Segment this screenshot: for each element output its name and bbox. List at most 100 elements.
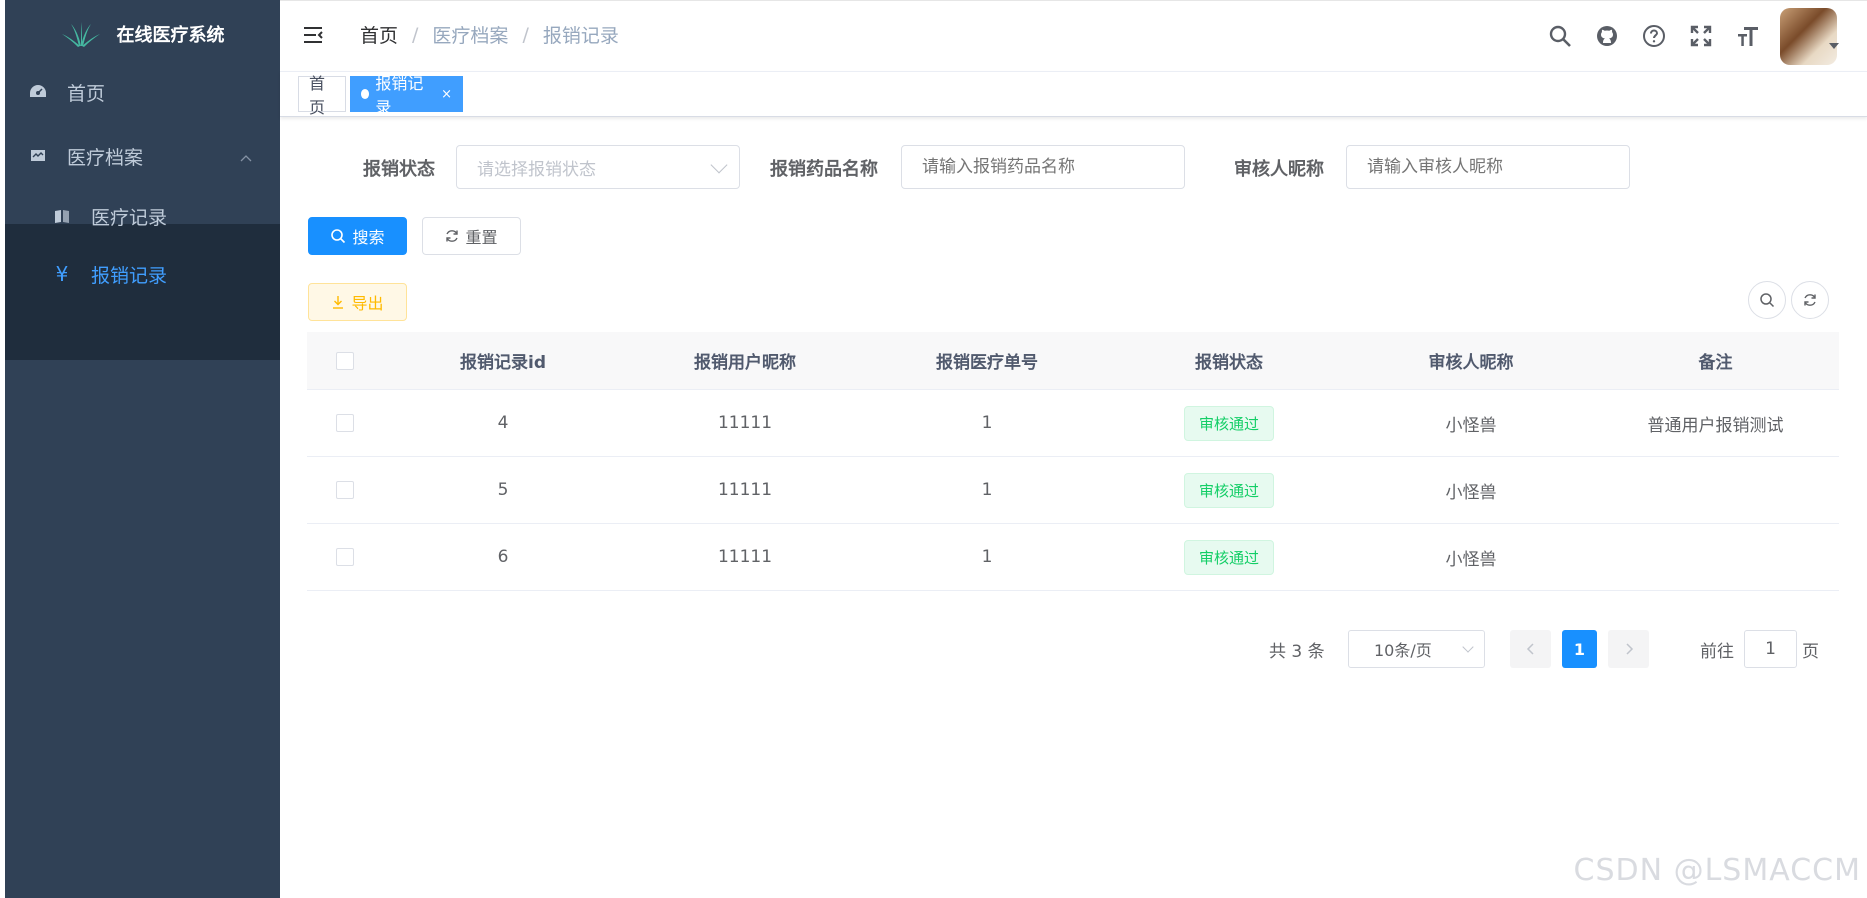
breadcrumb-item-medical-archive[interactable]: 医疗档案 <box>432 21 508 48</box>
tag-label: 报销记录 <box>375 74 424 117</box>
column-header[interactable]: 报销状态 <box>1108 348 1350 373</box>
reimbursement-table: 报销记录id 报销用户昵称 报销医疗单号 报销状态 审核人昵称 备注 4 111… <box>307 332 1839 591</box>
dashboard-icon <box>27 81 49 103</box>
table-header: 报销记录id 报销用户昵称 报销医疗单号 报销状态 审核人昵称 备注 <box>307 332 1839 390</box>
question-icon[interactable] <box>1639 21 1669 51</box>
breadcrumb-item-current: 报销记录 <box>542 25 619 47</box>
page-size-select[interactable]: 10条/页 <box>1348 630 1485 668</box>
select-all-checkbox[interactable] <box>335 351 354 370</box>
status-select[interactable]: 请选择报销状态 <box>456 145 740 189</box>
chevron-down-icon <box>710 156 728 174</box>
goto-suffix: 页 <box>1802 641 1819 662</box>
logo[interactable]: 在线医疗系统 <box>5 0 280 68</box>
sidebar-item-medical-archive[interactable]: 医疗档案 <box>5 132 280 180</box>
reset-button-label: 重置 <box>465 228 498 247</box>
cell-reviewer: 小怪兽 <box>1445 482 1497 503</box>
goto-page-input[interactable]: 1 <box>1744 630 1797 668</box>
cell-id: 4 <box>497 413 509 433</box>
download-icon <box>333 296 344 309</box>
table-row[interactable]: 5 11111 1 审核通过 小怪兽 <box>307 457 1839 524</box>
sidebar-item-label: 首页 <box>67 82 106 105</box>
cell-order: 1 <box>981 413 993 433</box>
row-checkbox[interactable] <box>335 481 354 499</box>
chevron-left-icon <box>1526 643 1534 655</box>
export-button-label: 导出 <box>351 294 384 313</box>
tag-reimbursement-record[interactable]: 报销记录 × <box>350 74 463 117</box>
drug-name-input[interactable] <box>901 145 1185 189</box>
sidebar-item-label: 报销记录 <box>91 264 168 287</box>
close-icon[interactable]: × <box>441 87 452 102</box>
export-button[interactable]: 导出 <box>308 283 407 321</box>
table-row[interactable]: 6 11111 1 审核通过 小怪兽 <box>307 524 1839 591</box>
column-header[interactable]: 备注 <box>1592 348 1839 373</box>
navbar-right-menu <box>1545 1 1867 71</box>
row-select-cell <box>307 548 382 566</box>
app-title: 在线医疗系统 <box>116 25 225 46</box>
chevron-right-icon <box>1625 643 1633 655</box>
breadcrumb-separator: / <box>412 23 419 46</box>
book-icon <box>51 205 73 227</box>
select-all-cell <box>307 351 382 370</box>
sidebar-item-home[interactable]: 首页 <box>5 68 280 116</box>
table-row[interactable]: 4 11111 1 审核通过 小怪兽 普通用户报销测试 <box>307 390 1839 457</box>
pagination-total: 共 3 条 <box>1269 641 1325 662</box>
row-checkbox[interactable] <box>335 548 354 566</box>
avatar[interactable] <box>1780 7 1837 65</box>
column-header[interactable]: 报销用户昵称 <box>624 348 866 373</box>
goto-label: 前往 <box>1700 641 1734 662</box>
search-icon <box>1760 293 1775 308</box>
yen-icon: ¥ <box>55 262 69 286</box>
row-select-cell <box>307 481 382 499</box>
github-icon[interactable] <box>1592 21 1622 51</box>
status-badge: 审核通过 <box>1183 539 1274 575</box>
tag-home[interactable]: 首页 <box>298 74 346 117</box>
active-dot-icon <box>361 89 370 99</box>
caret-down-icon[interactable] <box>1829 43 1839 49</box>
chevron-up-icon <box>240 145 252 167</box>
cell-status: 审核通过 <box>1108 405 1350 441</box>
sidebar-item-medical-record[interactable]: 医疗记录 <box>5 192 280 240</box>
next-page-button[interactable] <box>1608 630 1649 668</box>
cell-status: 审核通过 <box>1108 472 1350 508</box>
fullscreen-icon[interactable] <box>1686 21 1716 51</box>
status-select-placeholder: 请选择报销状态 <box>477 159 596 180</box>
hamburger-icon[interactable] <box>302 23 326 47</box>
monitor-icon <box>27 145 49 167</box>
column-header[interactable]: 报销医疗单号 <box>866 348 1108 373</box>
cell-status: 审核通过 <box>1108 539 1350 575</box>
chevron-down-icon <box>1462 641 1474 653</box>
row-checkbox[interactable] <box>335 414 354 432</box>
cell-id: 6 <box>497 547 509 567</box>
search-button-label: 搜索 <box>352 228 385 247</box>
refresh-button[interactable] <box>1791 281 1829 319</box>
reviewer-input[interactable] <box>1346 145 1630 189</box>
font-size-icon[interactable] <box>1733 21 1763 51</box>
search-icon[interactable] <box>1545 21 1575 51</box>
app-window: 在线医疗系统 首页 医疗档案 医疗记录 ¥ 报销记录 首页 / 医疗档案 / 报… <box>0 0 1867 898</box>
column-header[interactable]: 报销记录id <box>382 348 624 373</box>
refresh-icon <box>446 230 459 242</box>
prev-page-button[interactable] <box>1510 630 1551 668</box>
tags-view: 首页 报销记录 × <box>280 71 1867 117</box>
status-label: 报销状态 <box>363 159 435 180</box>
cell-reviewer: 小怪兽 <box>1445 549 1497 570</box>
breadcrumb-separator: / <box>522 23 529 46</box>
sidebar-item-reimbursement-record[interactable]: ¥ 报销记录 <box>5 250 280 298</box>
page-number-current[interactable]: 1 <box>1562 630 1597 668</box>
search-button[interactable]: 搜索 <box>308 217 407 255</box>
reset-button[interactable]: 重置 <box>422 217 521 255</box>
refresh-icon <box>1804 294 1816 306</box>
status-badge: 审核通过 <box>1183 472 1274 508</box>
row-select-cell <box>307 414 382 432</box>
breadcrumb-item-home[interactable]: 首页 <box>360 21 398 48</box>
watermark: CSDN @LSMACCM <box>1573 853 1861 888</box>
page-size-value: 10条/页 <box>1374 641 1432 660</box>
logo-icon <box>61 22 100 47</box>
toggle-search-button[interactable] <box>1748 281 1786 319</box>
goto-page-value: 1 <box>1765 639 1776 659</box>
cell-order: 1 <box>981 547 993 567</box>
breadcrumb: 首页 / 医疗档案 / 报销记录 <box>360 21 619 48</box>
sidebar: 在线医疗系统 首页 医疗档案 医疗记录 ¥ 报销记录 <box>5 0 280 898</box>
cell-user: 11111 <box>717 413 773 433</box>
column-header[interactable]: 审核人昵称 <box>1350 348 1592 373</box>
